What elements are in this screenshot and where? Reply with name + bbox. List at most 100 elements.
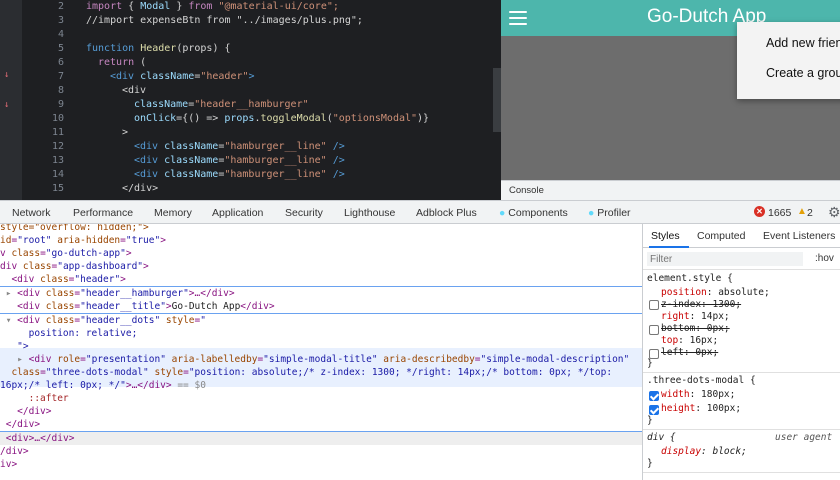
tab-event-listeners[interactable]: Event Listeners — [763, 230, 835, 242]
menu-item-create-group[interactable]: Create a grou — [766, 66, 840, 80]
dom-node[interactable]: <div>…</div> — [0, 432, 642, 445]
dom-node[interactable]: ▸ <div role="presentation" aria-labelled… — [0, 353, 642, 366]
line-number: 9 — [57, 99, 64, 110]
tab-profiler[interactable]: ● Profiler — [588, 207, 631, 219]
line-numbers: 2 3 4 5 6 7 8 9 10 11 12 13 14 15 — [22, 0, 68, 200]
rule-close-brace: } — [647, 415, 653, 426]
dom-node[interactable]: <div class="header__title">Go-Dutch App<… — [0, 300, 642, 313]
dom-node[interactable]: ▸ <div class="header__hamburger">…</div> — [0, 287, 642, 300]
code-line[interactable]: function Header(props) { — [86, 42, 231, 56]
debug-marker-icon: ↓ — [4, 70, 10, 80]
tab-memory[interactable]: Memory — [154, 207, 192, 219]
gear-icon[interactable]: ⚙ — [828, 204, 840, 221]
debug-marker-icon: ↓ — [4, 100, 10, 110]
line-number: 15 — [51, 183, 64, 194]
code-line[interactable]: //import expenseBtn from "../images/plus… — [86, 14, 363, 28]
tab-components[interactable]: ● Components — [499, 207, 568, 219]
user-agent-source: user agent — [775, 432, 833, 443]
elements-tree[interactable]: style="overflow: hidden;"> id="root" ari… — [0, 224, 642, 480]
code-line[interactable]: > — [122, 126, 128, 140]
hamburger-menu-icon[interactable] — [509, 11, 527, 25]
style-rule-selector[interactable]: .three-dots-modal { — [647, 374, 840, 388]
dom-node[interactable]: position: relative; — [0, 327, 642, 340]
code-area[interactable]: import { Modal } from "@material-ui/core… — [86, 0, 501, 200]
line-number: 12 — [51, 141, 64, 152]
dom-node[interactable]: iv> — [0, 458, 642, 471]
code-line[interactable]: <div className="hamburger__line" /> — [134, 168, 345, 182]
dom-node[interactable]: </div> — [0, 418, 642, 431]
tab-styles[interactable]: Styles — [651, 230, 680, 242]
tab-profiler-label: Profiler — [597, 207, 631, 219]
declaration-checkbox[interactable] — [649, 391, 659, 401]
code-line[interactable]: import { Modal } from "@material-ui/core… — [86, 0, 339, 14]
code-line[interactable]: className="header__hamburger" — [134, 98, 309, 112]
code-line[interactable]: <div className="hamburger__line" /> — [134, 140, 345, 154]
line-number: 7 — [57, 71, 64, 82]
code-line[interactable]: <div — [122, 84, 146, 98]
hov-toggle[interactable]: :hov — [815, 253, 834, 264]
line-number: 2 — [57, 1, 64, 12]
line-number: 13 — [51, 155, 64, 166]
tab-computed[interactable]: Computed — [697, 230, 745, 242]
tab-lighthouse[interactable]: Lighthouse — [344, 207, 395, 219]
styles-filter-bar: :hov — [643, 248, 840, 270]
dom-node[interactable]: style="overflow: hidden;"> — [0, 224, 642, 234]
line-number: 5 — [57, 43, 64, 54]
tab-performance[interactable]: Performance — [73, 207, 133, 219]
styles-subtabs: Styles Computed Event Listeners — [643, 224, 840, 248]
code-line[interactable]: </div> — [122, 182, 158, 196]
dom-node[interactable]: class="three-dots-modal" style="position… — [0, 366, 642, 379]
code-line[interactable]: <div className="hamburger__line" /> — [134, 154, 345, 168]
style-declaration[interactable]: width: 180px; — [661, 388, 840, 402]
devtools-tab-bar: Network Performance Memory Application S… — [0, 200, 840, 224]
dom-node[interactable]: ::after — [0, 392, 642, 405]
rule-close-brace: } — [647, 358, 653, 369]
dom-node[interactable]: div class="app-dashboard"> — [0, 260, 642, 273]
styles-pane[interactable]: Styles Computed Event Listeners :hov ele… — [642, 224, 840, 480]
dom-node[interactable]: "> — [0, 340, 642, 353]
tab-components-label: Components — [508, 207, 568, 219]
dom-node[interactable]: v class="go-dutch-app"> — [0, 247, 642, 260]
error-count[interactable]: 1665 — [768, 207, 791, 219]
styles-filter-input[interactable] — [647, 252, 803, 266]
dom-node[interactable]: /div> — [0, 445, 642, 458]
dom-node[interactable]: </div> — [0, 405, 642, 418]
warning-icon[interactable]: ▲ — [797, 206, 807, 217]
tab-security[interactable]: Security — [285, 207, 323, 219]
line-number: 11 — [51, 127, 64, 138]
dom-node[interactable]: id="root" aria-hidden="true"> — [0, 234, 642, 247]
line-number: 10 — [51, 113, 64, 124]
line-number: 14 — [51, 169, 64, 180]
line-number: 6 — [57, 57, 64, 68]
dom-node[interactable]: ▾ <div class="header__dots" style=" — [0, 314, 642, 327]
code-editor[interactable]: ↓ ↓ 2 3 4 5 6 7 8 9 10 11 12 13 14 15 im… — [0, 0, 501, 200]
line-number: 8 — [57, 85, 64, 96]
menu-item-add-friend[interactable]: Add new frien — [766, 36, 840, 50]
code-line[interactable]: return ( — [98, 56, 146, 70]
dom-node[interactable]: <div class="header"> — [0, 273, 642, 286]
rule-close-brace: } — [647, 458, 653, 469]
tab-network[interactable]: Network — [12, 207, 51, 219]
code-line[interactable]: onClick={() => props.toggleModal("option… — [134, 112, 429, 126]
dom-node[interactable]: 16px;/* left: 0px; */">…</div> == $0 — [0, 379, 642, 392]
line-number: 3 — [57, 15, 64, 26]
style-rule-selector[interactable]: element.style { — [647, 272, 840, 286]
app-preview: Go-Dutch App Add new frien Create a grou — [501, 0, 840, 180]
tab-adblock-plus[interactable]: Adblock Plus — [416, 207, 477, 219]
editor-scrollbar[interactable] — [493, 68, 501, 132]
code-line[interactable]: <div className="header"> — [110, 70, 255, 84]
react-icon: ● — [588, 207, 595, 219]
console-drawer[interactable]: Console — [501, 180, 840, 200]
console-drawer-label[interactable]: Console — [509, 185, 544, 196]
declaration-checkbox[interactable] — [649, 300, 659, 310]
react-icon: ● — [499, 207, 506, 219]
line-number: 4 — [57, 29, 64, 40]
three-dots-modal: Add new frien Create a grou — [737, 22, 840, 99]
tab-application[interactable]: Application — [212, 207, 263, 219]
declaration-checkbox[interactable] — [649, 325, 659, 335]
error-icon[interactable]: ✕ — [754, 206, 765, 217]
rule-separator — [643, 429, 840, 430]
rule-separator — [643, 472, 840, 473]
rule-separator — [643, 372, 840, 373]
warning-count[interactable]: 2 — [807, 207, 813, 219]
